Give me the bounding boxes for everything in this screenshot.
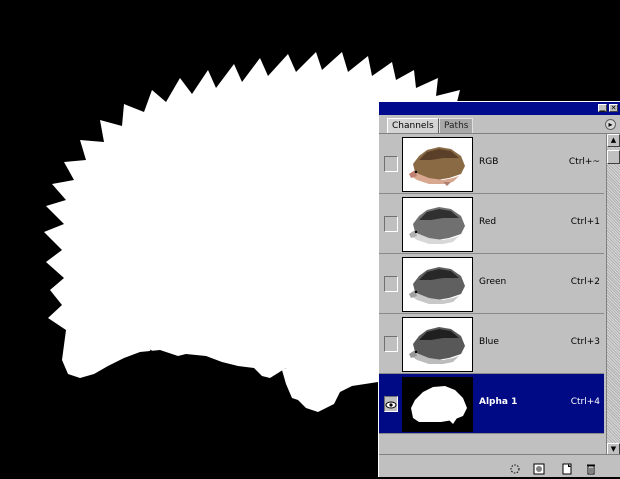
channel-row-rgb[interactable]: RGB Ctrl+~: [379, 134, 604, 194]
delete-channel-icon[interactable]: [585, 460, 597, 475]
channel-thumbnail-alpha-1: [402, 377, 473, 432]
panel-titlebar[interactable]: ▁ ✕: [379, 102, 620, 115]
panel-menu-arrow-icon[interactable]: ▸: [605, 119, 616, 130]
tab-channels[interactable]: Channels: [387, 118, 439, 133]
channel-shortcut-red: Ctrl+1: [570, 217, 600, 227]
save-selection-icon[interactable]: [533, 460, 545, 475]
channel-name-blue: Blue: [479, 337, 499, 347]
channel-shortcut-blue: Ctrl+3: [570, 337, 600, 347]
channel-thumbnail-blue: [402, 317, 473, 372]
visibility-toggle-rgb[interactable]: [384, 156, 398, 172]
tab-paths[interactable]: Paths: [439, 118, 474, 133]
channel-thumbnail-rgb: [402, 137, 473, 192]
channel-shortcut-green: Ctrl+2: [570, 277, 600, 287]
channel-name-alpha-1: Alpha 1: [479, 397, 518, 407]
minimize-icon[interactable]: ▁: [598, 104, 607, 112]
panel-tab-row: Channels Paths ▸: [379, 115, 620, 134]
channel-shortcut-alpha-1: Ctrl+4: [570, 397, 600, 407]
channel-row-green[interactable]: Green Ctrl+2: [379, 254, 604, 314]
visibility-toggle-green[interactable]: [384, 276, 398, 292]
close-icon[interactable]: ✕: [609, 104, 618, 112]
scrollbar-thumb[interactable]: [607, 150, 620, 164]
scroll-up-arrow-icon[interactable]: ▲: [607, 134, 620, 147]
channel-row-alpha-1[interactable]: Alpha 1 Ctrl+4: [379, 374, 604, 434]
channel-list: RGB Ctrl+~ Red Ctrl+1 Green Ctrl+2 Blue …: [379, 134, 604, 456]
visibility-toggle-red[interactable]: [384, 216, 398, 232]
visibility-toggle-blue[interactable]: [384, 336, 398, 352]
channel-thumbnail-red: [402, 197, 473, 252]
channel-row-red[interactable]: Red Ctrl+1: [379, 194, 604, 254]
panel-footer: [379, 454, 620, 477]
channel-shortcut-rgb: Ctrl+~: [568, 157, 600, 167]
eye-icon[interactable]: [384, 396, 398, 412]
channel-thumbnail-green: [402, 257, 473, 312]
channel-row-blue[interactable]: Blue Ctrl+3: [379, 314, 604, 374]
channel-name-red: Red: [479, 217, 497, 227]
channel-name-green: Green: [479, 277, 507, 287]
channel-list-scrollbar[interactable]: ▲ ▼: [606, 134, 620, 456]
load-selection-icon[interactable]: [509, 460, 521, 474]
channel-name-rgb: RGB: [479, 157, 499, 167]
channels-panel: ▁ ✕ Channels Paths ▸ RGB Ctrl+~ Red Ctrl…: [378, 101, 620, 477]
new-channel-icon[interactable]: [561, 460, 573, 475]
